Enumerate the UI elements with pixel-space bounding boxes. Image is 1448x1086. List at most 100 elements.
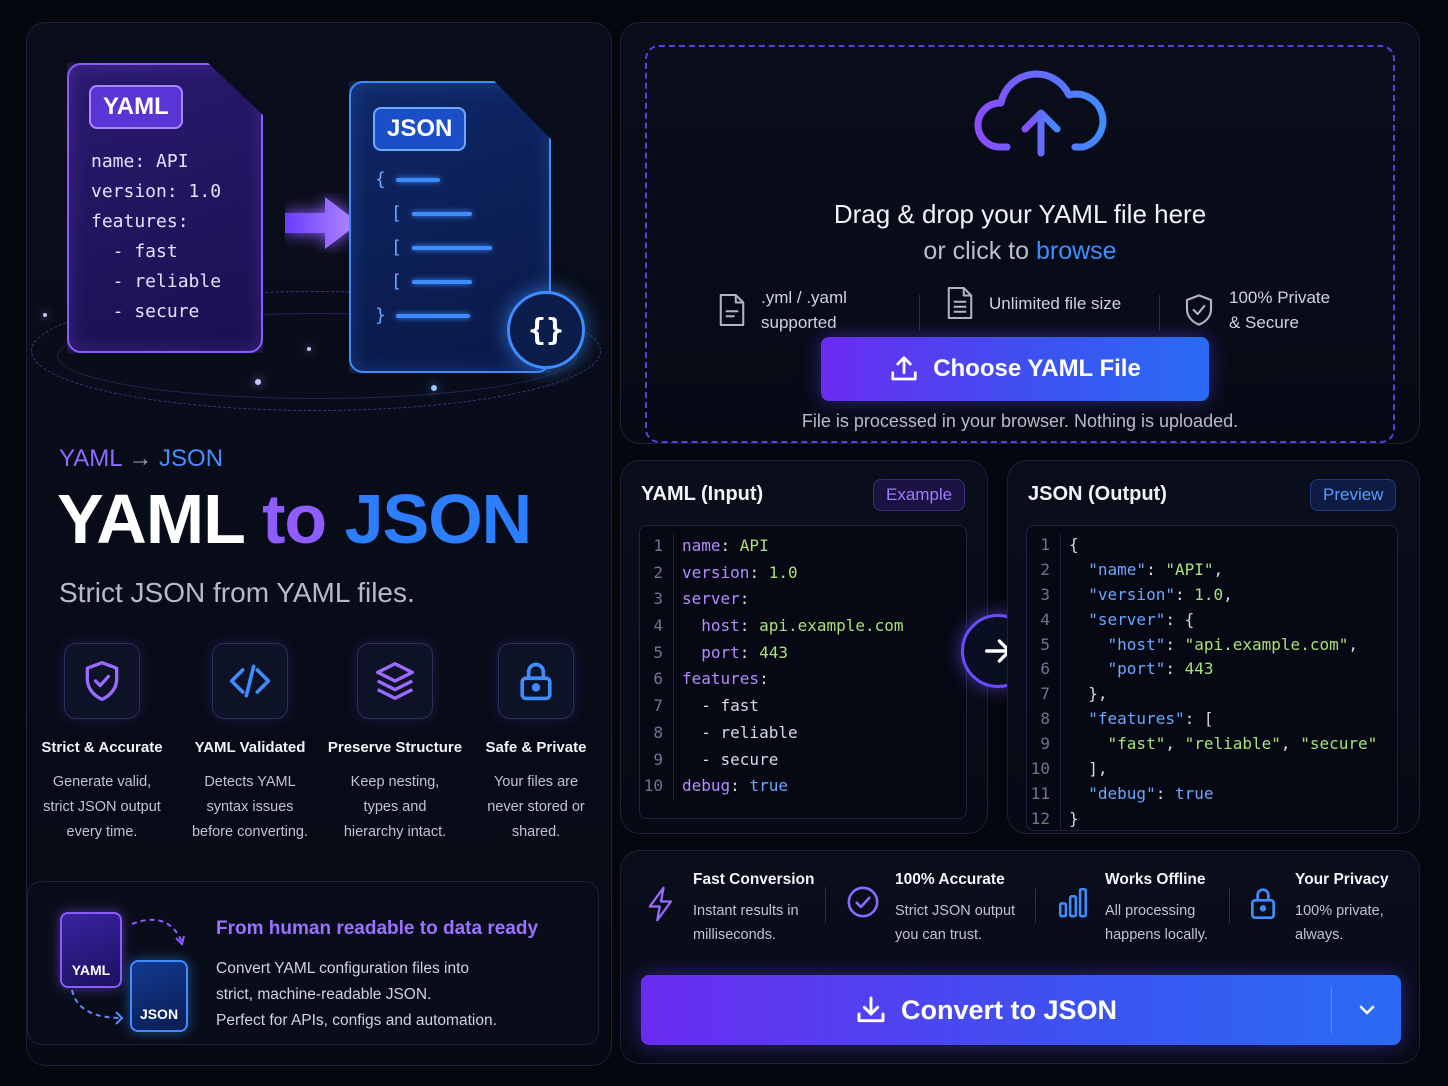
json-viewer[interactable]: 1{2 "name": "API", 3 "version": 1.0, 4 "se… [1026, 525, 1398, 831]
perk-desc-line: happens locally. [1105, 927, 1208, 943]
code-line: 7 - fast [640, 693, 966, 720]
line-number: 8 [640, 719, 674, 747]
info-text-line: supported [761, 313, 837, 332]
code-token: : [730, 776, 750, 796]
convert-button[interactable]: Convert to JSON [641, 975, 1401, 1045]
info-item: 100% Private & Secure [1183, 285, 1330, 335]
choose-file-label: Choose YAML File [933, 355, 1141, 382]
perk-desc-line: Strict JSON output [895, 903, 1016, 919]
yaml-sample-line: version: 1.0 [91, 181, 222, 202]
line-number: 11 [1027, 781, 1061, 807]
code-token: ], [1069, 759, 1108, 779]
file-text-icon [947, 287, 973, 319]
feature-title: YAML Validated [194, 739, 306, 756]
code-token: : [1155, 783, 1175, 803]
dropzone-subtitle: or click to browse [647, 237, 1393, 266]
code-token: name [682, 536, 721, 555]
code-line: 10 debug: true [640, 773, 966, 800]
line-number: 1 [1027, 533, 1061, 558]
yaml-editor[interactable]: 1 name: API 2 version: 1.0 3 server: 4 host: a… [639, 525, 967, 819]
feature-desc-line: Your files are [493, 774, 579, 790]
code-token: true [1174, 783, 1214, 803]
code-text: host: api.example.com [682, 613, 903, 640]
choose-file-button[interactable]: Choose YAML File [821, 337, 1209, 401]
feature-desc: Generate valid, strict JSON output every… [27, 770, 177, 845]
code-token: : [749, 562, 769, 582]
preview-badge[interactable]: Preview [1310, 479, 1397, 511]
code-text: } [1069, 807, 1079, 830]
perk-title: Fast Conversion [693, 871, 815, 888]
convert-panel: Fast Conversion Instant results in millis… [620, 850, 1420, 1064]
perk-item: Fast Conversion Instant results in millis… [643, 871, 814, 947]
json-brace: { [375, 169, 386, 190]
file-icon [719, 294, 745, 326]
glow-dot [431, 385, 437, 391]
code-token: "port" [1107, 659, 1166, 679]
code-text: server: [682, 586, 749, 613]
lock-icon [498, 643, 574, 719]
code-token: "API" [1165, 559, 1214, 579]
code-token: - reliable [682, 722, 798, 742]
file-dropzone[interactable]: Drag & drop your YAML file here or click… [645, 45, 1395, 443]
check-circle-icon [847, 886, 879, 918]
code-text: "port": 443 [1069, 657, 1214, 682]
yaml-mini-doc: YAML [60, 912, 122, 988]
line-number: 3 [1027, 582, 1061, 608]
feature-desc-line: types and [363, 799, 427, 815]
code-text: - fast [682, 693, 759, 720]
code-icon [212, 643, 288, 719]
json-panel-title: JSON (Output) [1028, 483, 1167, 505]
code-token: : [759, 669, 769, 689]
line-number: 2 [1027, 557, 1061, 583]
line-number: 12 [1027, 806, 1061, 830]
line-number: 8 [1027, 707, 1061, 733]
code-text: "fast", "reliable", "secure" [1069, 732, 1378, 757]
line-number: 3 [640, 586, 674, 614]
example-badge[interactable]: Example [873, 479, 966, 511]
code-line: 6 "port": 443 [1027, 657, 1397, 683]
code-token: } [1069, 808, 1079, 828]
feature-title: Safe & Private [485, 739, 587, 756]
code-line: 10 ], [1027, 757, 1397, 782]
code-line: 3 server: [640, 586, 966, 614]
cloud-upload-icon [974, 70, 1107, 157]
code-line: 4 host: api.example.com [640, 613, 966, 640]
code-token: }, [1069, 684, 1108, 704]
code-text: version: 1.0 [682, 560, 798, 587]
code-token: "reliable" [1184, 734, 1281, 754]
convert-main-action[interactable]: Convert to JSON [641, 975, 1331, 1045]
json-mini-label: JSON [139, 1006, 179, 1022]
file-info-row: .yml / .yaml supported Unlimited file siz… [717, 285, 1337, 341]
yaml-sample-line: - reliable [91, 271, 222, 292]
promo-text: Convert YAML configuration files into st… [216, 956, 497, 1034]
code-line: 1{ [1027, 533, 1397, 558]
chevron-down-icon [1359, 1005, 1374, 1015]
code-token: "host" [1107, 634, 1166, 654]
divider [825, 887, 826, 923]
code-token: { [1069, 535, 1079, 554]
upload-icon [891, 356, 917, 381]
yaml-input-panel: YAML (Input) Example 1 name: API 2 version:… [620, 460, 988, 834]
perk-title: 100% Accurate [895, 871, 1005, 888]
convert-options-dropdown[interactable] [1332, 975, 1401, 1045]
glow-dot [255, 379, 261, 385]
code-token: port [701, 642, 740, 662]
code-token: : [1174, 584, 1195, 604]
perk-title: Works Offline [1105, 871, 1206, 888]
line-number: 10 [1027, 757, 1061, 782]
browse-link[interactable]: browse [1036, 237, 1117, 265]
page-title: YAML to JSON [57, 479, 532, 559]
feature-desc: Detects YAML syntax issues before conver… [175, 770, 325, 845]
code-token: 1.0 [1194, 584, 1224, 604]
code-token: "features" [1088, 709, 1185, 729]
code-token: , [1280, 734, 1301, 754]
line-number: 7 [1027, 682, 1061, 708]
code-text: "features": [ [1069, 707, 1213, 732]
code-text: "version": 1.0, [1069, 583, 1233, 608]
code-token: API [739, 536, 769, 555]
eyebrow-arrow: → [128, 445, 153, 472]
code-token: "server" [1088, 609, 1166, 629]
yaml-sample-line: features: [91, 211, 189, 232]
